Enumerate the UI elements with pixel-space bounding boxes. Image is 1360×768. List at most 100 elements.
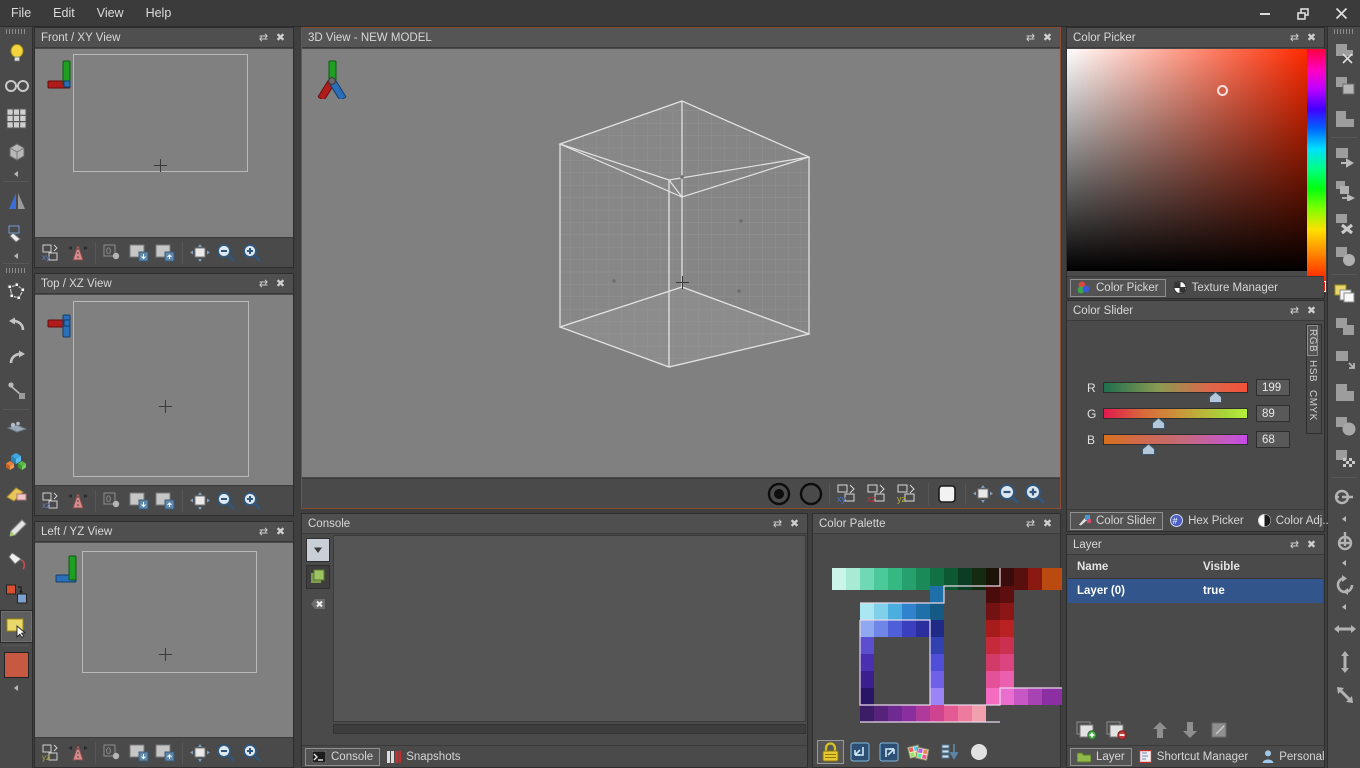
column-header-name[interactable]: Name [1068, 561, 1194, 573]
layer-index-button[interactable]: 0 [100, 741, 126, 765]
close-icon[interactable]: ✖ [1303, 29, 1320, 46]
right-toolbar-grip[interactable] [1328, 27, 1360, 36]
duplicate-right-tool[interactable] [1328, 173, 1360, 206]
tab-shortcut-manager[interactable]: Shortcut Manager [1132, 748, 1255, 766]
close-icon[interactable]: ✖ [272, 523, 289, 540]
close-icon[interactable]: ✖ [1303, 536, 1320, 553]
slider-knob-g[interactable] [1152, 418, 1165, 429]
zoom-in-button[interactable] [239, 489, 265, 513]
paste-tool[interactable] [1328, 102, 1360, 135]
mode-cmyk[interactable]: CMYK [1307, 386, 1318, 425]
import-palette-button[interactable] [846, 740, 873, 764]
move-layer-down-button[interactable] [1176, 718, 1203, 742]
float-icon[interactable]: ⇄ [1022, 515, 1039, 532]
column-header-visible[interactable]: Visible [1194, 561, 1240, 573]
table-row[interactable]: Layer (0) true [1068, 579, 1323, 603]
cone-mirror-button[interactable] [65, 741, 91, 765]
expand-arrow-icon[interactable] [0, 168, 32, 179]
slider-track-r[interactable] [1103, 382, 1248, 393]
voxel-blocks-tool[interactable] [0, 445, 33, 478]
export-view-button[interactable] [152, 489, 178, 513]
xz-plane-button[interactable]: xz [864, 482, 894, 506]
fit-view-button[interactable] [187, 241, 213, 265]
close-icon[interactable]: ✖ [1303, 302, 1320, 319]
fill-tool[interactable] [0, 217, 33, 250]
swap-colors-tool[interactable] [0, 577, 33, 610]
slider-value-g[interactable]: 89 [1256, 405, 1290, 422]
light-bulb-tool[interactable] [0, 36, 33, 69]
grid-tool[interactable] [0, 102, 33, 135]
slider-track-g[interactable] [1103, 408, 1248, 419]
delete-tool[interactable] [1328, 206, 1360, 239]
fit-view-button[interactable] [187, 489, 213, 513]
slider-track-b[interactable] [1103, 434, 1248, 445]
import-view-button[interactable] [126, 741, 152, 765]
render-wire-button[interactable] [797, 482, 825, 506]
tab-console[interactable]: Console [305, 748, 380, 766]
float-icon[interactable]: ⇄ [1286, 29, 1303, 46]
close-icon[interactable] [1322, 0, 1360, 27]
flip-vertical-tool[interactable] [1328, 645, 1360, 678]
export-view-button[interactable] [152, 741, 178, 765]
cut-tool[interactable] [1328, 36, 1360, 69]
minimize-icon[interactable] [1246, 0, 1284, 27]
toolbar-grip-2[interactable] [0, 266, 32, 275]
tab-hex-picker[interactable]: # Hex Picker [1163, 512, 1251, 530]
close-icon[interactable]: ✖ [786, 515, 803, 532]
cone-mirror-button[interactable] [65, 241, 91, 265]
clear-console-button[interactable] [306, 592, 330, 616]
slider-knob-r[interactable] [1209, 392, 1222, 403]
airbrush-tool[interactable] [0, 412, 33, 445]
expand-arrow-icon-3[interactable] [0, 682, 32, 693]
zoom-in-button[interactable] [239, 741, 265, 765]
background-button[interactable] [933, 482, 961, 506]
fit-view-button[interactable] [970, 482, 996, 506]
tab-color-slider[interactable]: Color Slider [1070, 512, 1163, 530]
union-tool[interactable] [1328, 409, 1360, 442]
float-icon[interactable]: ⇄ [1286, 302, 1303, 319]
round-swatch-button[interactable] [965, 740, 992, 764]
hue-strip[interactable] [1307, 49, 1326, 281]
sort-palette-button[interactable] [936, 740, 963, 764]
palette-swatches-button[interactable] [904, 740, 934, 764]
import-view-button[interactable] [126, 489, 152, 513]
float-icon[interactable]: ⇄ [769, 515, 786, 532]
mirror-tool[interactable] [0, 184, 33, 217]
scale-diagonal-tool[interactable] [1328, 678, 1360, 711]
dropdown-button[interactable] [306, 538, 330, 562]
import-view-button[interactable] [126, 241, 152, 265]
active-color-swatch[interactable] [0, 648, 33, 682]
palette-swatch-area[interactable] [813, 535, 1060, 736]
close-icon[interactable]: ✖ [1039, 515, 1056, 532]
export-palette-button[interactable] [875, 740, 902, 764]
layer-name-cell[interactable]: Layer (0) [1068, 585, 1194, 597]
shrink-tool[interactable] [1328, 343, 1360, 376]
tab-personal[interactable]: Personal [1255, 748, 1331, 766]
axis-toggle-button[interactable]: yz [39, 741, 65, 765]
float-icon[interactable]: ⇄ [1286, 536, 1303, 553]
close-icon[interactable]: ✖ [272, 29, 289, 46]
viewport-3d[interactable] [302, 49, 1060, 477]
cone-mirror-button[interactable] [65, 489, 91, 513]
layer-visible-cell[interactable]: true [1194, 585, 1225, 597]
float-icon[interactable]: ⇄ [255, 275, 272, 292]
axis-toggle-button[interactable]: xy [39, 241, 65, 265]
tab-color-adjust[interactable]: Color Adj.. [1251, 512, 1336, 530]
flip-horizontal-tool[interactable] [1328, 612, 1360, 645]
render-solid-button[interactable] [765, 482, 793, 506]
xy-plane-button[interactable]: xy [834, 482, 864, 506]
tab-layer[interactable]: Layer [1070, 748, 1132, 766]
rotate-tool[interactable] [1328, 568, 1360, 601]
sv-marker[interactable] [1217, 85, 1228, 96]
layer-index-button[interactable]: 0 [100, 241, 126, 265]
zoom-out-button[interactable] [213, 741, 239, 765]
viewport-left-yz[interactable] [35, 543, 293, 737]
zoom-out-button[interactable] [996, 482, 1022, 506]
stack-layers-tool[interactable] [1328, 277, 1360, 310]
console-horizontal-scrollbar[interactable] [333, 724, 806, 734]
move-layer-up-button[interactable] [1146, 718, 1173, 742]
layer-index-button[interactable]: 0 [100, 489, 126, 513]
close-icon[interactable]: ✖ [272, 275, 289, 292]
add-layer-button[interactable] [1073, 718, 1100, 742]
copy-tool[interactable] [1328, 69, 1360, 102]
